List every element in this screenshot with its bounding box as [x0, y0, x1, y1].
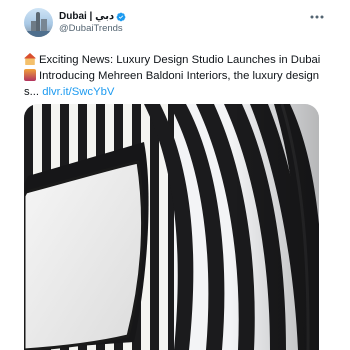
tweet-line-1: Exciting News: Luxury Design Studio Laun…: [24, 52, 320, 68]
display-name[interactable]: Dubai | دبي: [59, 11, 114, 22]
author-name-row[interactable]: Dubai | دبي: [59, 10, 126, 23]
tweet-card[interactable]: Dubai | دبي @DubaiTrends Exciting News: …: [0, 0, 350, 350]
avatar[interactable]: [24, 8, 53, 37]
verified-badge-icon: [116, 12, 126, 21]
author-handle[interactable]: @DubaiTrends: [59, 23, 123, 34]
city-emoji-icon: [24, 69, 36, 81]
tweet-line-3: s... dlvr.it/SwcYbV: [24, 86, 115, 98]
tweet-line-2: Introducing Mehreen Baldoni Interiors, t…: [24, 68, 320, 84]
house-emoji-icon: [24, 53, 36, 65]
tweet-link[interactable]: dlvr.it/SwcYbV: [42, 86, 114, 98]
tweet-text: Exciting News: Luxury Design Studio Laun…: [24, 52, 320, 100]
striped-sofa-photo: [24, 104, 319, 350]
more-options-icon[interactable]: [309, 12, 325, 22]
tweet-media-image[interactable]: [24, 104, 319, 350]
